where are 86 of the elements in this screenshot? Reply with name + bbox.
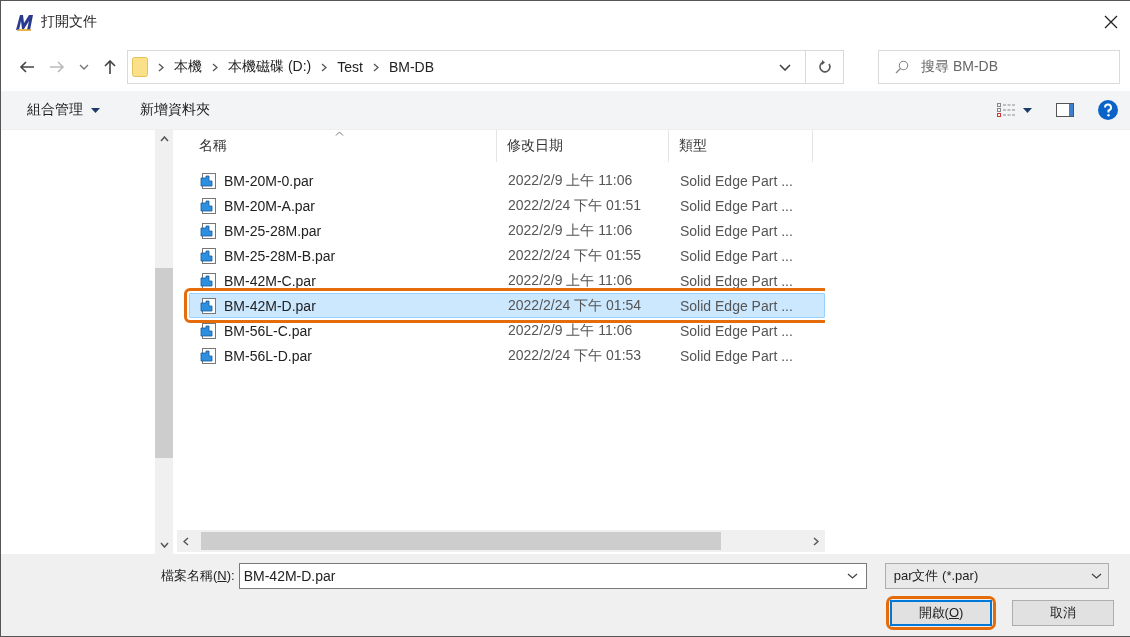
file-type: Solid Edge Part ... xyxy=(680,197,793,214)
window-title: 打開文件 xyxy=(41,13,97,31)
file-row[interactable]: BM-42M-C.par 2022/2/9 上午 11:06 Solid Edge Part ... xyxy=(189,268,825,293)
organize-menu-button[interactable]: 組合管理 xyxy=(17,97,110,123)
modified-date: 2022/2/9 上午 11:06 xyxy=(508,221,633,240)
file-name: BM-42M-D.par xyxy=(224,297,316,314)
breadcrumb-separator-icon xyxy=(158,62,164,72)
address-bar[interactable]: 本機 本機磁碟 (D:) Test BM-DB xyxy=(127,50,806,84)
app-logo-icon xyxy=(15,13,35,31)
file-icon xyxy=(200,347,216,364)
file-name: BM-25-28M.par xyxy=(224,222,322,239)
file-name: BM-56L-C.par xyxy=(224,322,312,339)
column-header[interactable]: 修改日期 xyxy=(497,130,669,162)
modified-date: 2022/2/24 下午 01:54 xyxy=(508,296,642,315)
breadcrumb-item[interactable]: Test xyxy=(337,59,363,75)
scroll-down-icon[interactable] xyxy=(159,542,169,548)
file-row[interactable]: BM-25-28M-B.par 2022/2/24 下午 01:55 Solid Edge Part ... xyxy=(189,243,825,268)
search-field[interactable]: 搜尋 BM-DB xyxy=(878,50,1120,84)
file-name: BM-56L-D.par xyxy=(224,347,312,364)
breadcrumb-separator-icon xyxy=(321,62,328,72)
refresh-icon xyxy=(817,60,832,74)
scrollbar-thumb[interactable] xyxy=(201,532,721,550)
view-options-icon[interactable] xyxy=(997,103,1017,117)
new-folder-button[interactable]: 新增資料夾 xyxy=(130,97,220,123)
breadcrumb-item[interactable]: BM-DB xyxy=(388,59,435,75)
file-type: Solid Edge Part ... xyxy=(680,172,793,189)
modified-date: 2022/2/9 上午 11:06 xyxy=(508,271,633,290)
column-header[interactable]: 類型 xyxy=(669,130,813,162)
file-icon xyxy=(200,197,216,214)
file-row[interactable]: BM-20M-A.par 2022/2/24 下午 01:51 Solid Edge Part ... xyxy=(189,193,825,218)
file-row[interactable]: BM-20M-0.par 2022/2/9 上午 11:06 Solid Edge Part ... xyxy=(189,168,825,193)
scroll-up-icon[interactable] xyxy=(159,136,169,142)
file-icon xyxy=(200,172,216,189)
refresh-button[interactable] xyxy=(806,50,844,84)
help-icon[interactable] xyxy=(1098,100,1118,120)
scroll-right-icon[interactable] xyxy=(813,536,819,546)
modified-date: 2022/2/24 下午 01:53 xyxy=(508,346,642,365)
file-icon xyxy=(200,247,216,264)
file-icon xyxy=(200,297,216,314)
close-icon[interactable] xyxy=(1104,15,1118,29)
folder-icon xyxy=(132,57,148,77)
file-name-label: 檔案名稱(N): xyxy=(161,567,235,585)
caret-down-icon xyxy=(91,107,100,113)
file-name: BM-20M-0.par xyxy=(224,172,314,189)
chevron-down-icon[interactable] xyxy=(846,573,858,579)
file-icon xyxy=(200,322,216,339)
vertical-scrollbar[interactable] xyxy=(155,130,173,554)
chevron-down-icon xyxy=(1090,573,1102,579)
column-header[interactable]: 名稱 xyxy=(189,130,497,162)
file-row[interactable]: BM-25-28M.par 2022/2/9 上午 11:06 Solid Edge Part ... xyxy=(189,218,825,243)
file-type: Solid Edge Part ... xyxy=(680,222,793,239)
caret-down-icon[interactable] xyxy=(1023,107,1032,113)
modified-date: 2022/2/24 下午 01:51 xyxy=(508,196,642,215)
file-name: BM-25-28M-B.par xyxy=(224,247,336,264)
file-name-field[interactable]: BM-42M-D.par xyxy=(238,563,867,589)
file-type: Solid Edge Part ... xyxy=(680,322,793,339)
breadcrumb-separator-icon xyxy=(212,62,218,72)
file-row[interactable]: BM-56L-D.par 2022/2/24 下午 01:53 Solid Edge Part ... xyxy=(189,343,825,368)
modified-date: 2022/2/9 上午 11:06 xyxy=(508,171,633,190)
file-row[interactable]: BM-56L-C.par 2022/2/9 上午 11:06 Solid Edge Part ... xyxy=(189,318,825,343)
file-type: Solid Edge Part ... xyxy=(680,297,793,314)
chevron-down-icon[interactable] xyxy=(779,63,791,71)
preview-pane-icon[interactable] xyxy=(1056,103,1074,117)
file-type: Solid Edge Part ... xyxy=(680,272,793,289)
file-type: Solid Edge Part ... xyxy=(680,247,793,264)
modified-date: 2022/2/9 上午 11:06 xyxy=(508,321,633,340)
horizontal-scrollbar[interactable] xyxy=(177,530,825,552)
file-icon xyxy=(200,222,216,239)
scroll-left-icon[interactable] xyxy=(183,536,189,546)
file-name: BM-42M-C.par xyxy=(224,272,316,289)
search-icon xyxy=(895,60,909,74)
modified-date: 2022/2/24 下午 01:55 xyxy=(508,246,642,265)
file-type-dropdown[interactable]: par文件 (*.par) xyxy=(884,563,1109,589)
file-name: BM-20M-A.par xyxy=(224,197,316,214)
breadcrumb-separator-icon xyxy=(372,62,379,72)
sort-caret-icon xyxy=(335,131,344,136)
up-arrow-icon[interactable] xyxy=(103,59,117,75)
open-button[interactable]: 開啟(O) xyxy=(890,600,992,626)
scrollbar-thumb[interactable] xyxy=(155,268,173,458)
chevron-down-icon[interactable] xyxy=(79,64,89,70)
cancel-button[interactable]: 取消 xyxy=(1012,600,1114,626)
file-icon xyxy=(200,272,216,289)
breadcrumb-item[interactable]: 本機磁碟 (D:) xyxy=(228,58,312,76)
back-arrow-icon[interactable] xyxy=(19,60,35,74)
breadcrumb-item[interactable]: 本機 xyxy=(174,58,202,76)
file-type: Solid Edge Part ... xyxy=(680,347,793,364)
